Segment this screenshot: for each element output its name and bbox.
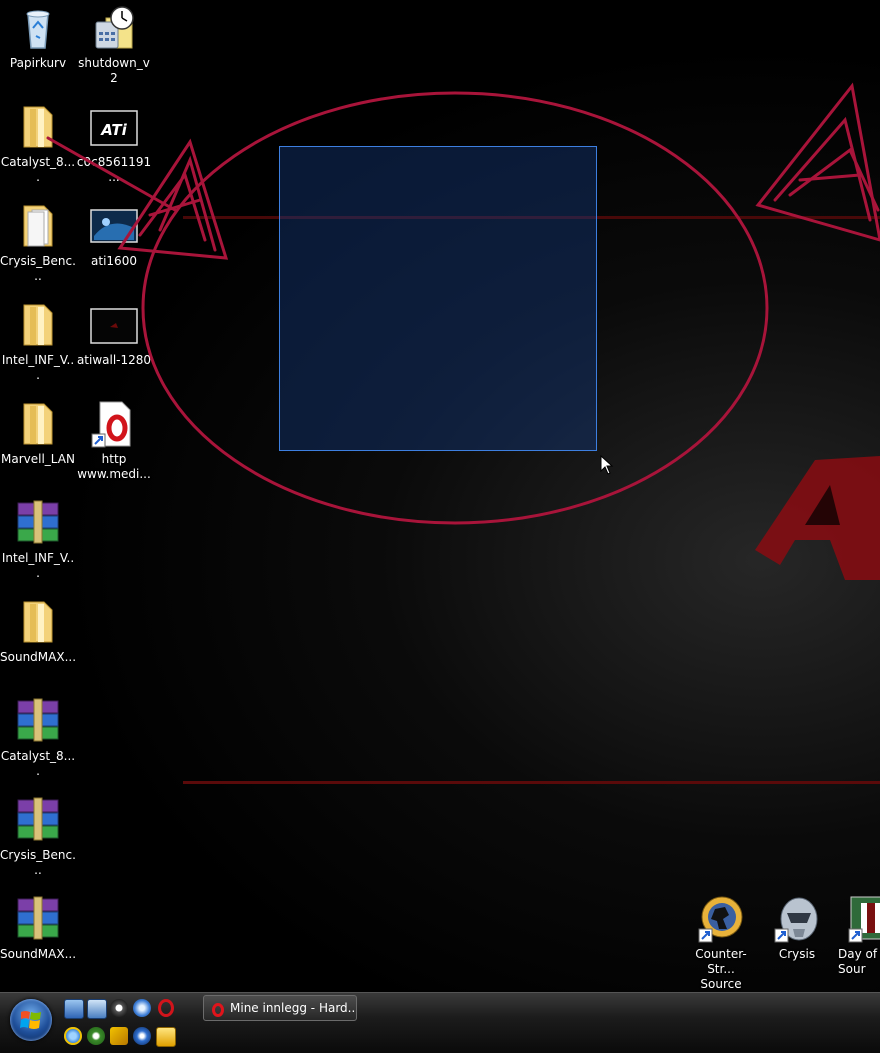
taskbar: Mine innlegg - Hard... bbox=[0, 992, 880, 1053]
day-of-defeat-icon bbox=[847, 895, 880, 943]
recycle-bin-icon bbox=[14, 4, 62, 52]
icon-label: Intel_INF_V... bbox=[1, 551, 75, 580]
folder-icon bbox=[14, 598, 62, 646]
internet-explorer-icon[interactable] bbox=[64, 1027, 82, 1045]
icon-label: SoundMAX... bbox=[0, 650, 77, 664]
desktop-icon-ati-image[interactable]: ATi c0c8561191... bbox=[76, 103, 152, 185]
windows-logo-icon bbox=[20, 1011, 41, 1029]
media-player-icon[interactable] bbox=[156, 1027, 176, 1047]
desktop-icon-folder[interactable]: Intel_INF_V... bbox=[0, 301, 76, 383]
clock-shortcut-icon bbox=[90, 4, 138, 52]
opera-shortcut-icon bbox=[90, 400, 138, 448]
crysis-icon bbox=[773, 895, 821, 943]
folder-icon bbox=[14, 301, 62, 349]
icon-label: Intel_INF_V... bbox=[1, 353, 75, 382]
desktop-icon-crysis[interactable]: Crysis bbox=[759, 895, 835, 962]
icon-label: SoundMAX... bbox=[0, 947, 77, 961]
image-thumbnail-icon bbox=[90, 202, 138, 250]
winrar-archive-icon bbox=[14, 697, 62, 745]
icon-label: Catalyst_8.... bbox=[0, 155, 76, 184]
icon-label: Crysis_Benc... bbox=[0, 848, 76, 877]
counter-strike-icon bbox=[697, 895, 745, 943]
image-thumbnail-icon bbox=[90, 301, 138, 349]
desktop-icon-folder[interactable]: Crysis_Benc... bbox=[0, 202, 76, 284]
folder-icon bbox=[14, 400, 62, 448]
winrar-archive-icon bbox=[14, 895, 62, 943]
icon-label: Papirkurv bbox=[9, 56, 67, 70]
folder-icon bbox=[14, 202, 62, 250]
winamp-icon[interactable] bbox=[110, 1027, 128, 1045]
ati-image-icon: ATi bbox=[90, 103, 138, 151]
opera-icon bbox=[211, 1001, 225, 1017]
icon-label: Marvell_LAN bbox=[1, 452, 75, 466]
taskbar-window-label: Mine innlegg - Hard... bbox=[230, 1001, 357, 1015]
icon-label: Catalyst_8.... bbox=[0, 749, 76, 778]
winrar-archive-icon bbox=[14, 499, 62, 547]
icon-label: Crysis_Benc... bbox=[0, 254, 76, 283]
icon-label: Counter-Str... Source bbox=[695, 947, 747, 991]
icon-label: Day of D Sour bbox=[838, 947, 878, 976]
desktop-icon-shutdown[interactable]: shutdown_v2 bbox=[76, 4, 152, 86]
desktop[interactable]: Papirkurv shutdown_v2 Catalyst_8.... ATi… bbox=[0, 0, 880, 992]
desktop-icon-folder[interactable]: Marvell_LAN bbox=[0, 400, 76, 467]
switch-windows-icon[interactable] bbox=[87, 999, 107, 1019]
icon-label: ati1600 bbox=[91, 254, 137, 268]
wallpaper-line-bottom bbox=[183, 781, 880, 784]
network-icon[interactable] bbox=[133, 999, 151, 1017]
selection-rectangle bbox=[279, 146, 597, 451]
desktop-icon-winrar[interactable]: SoundMAX... bbox=[0, 895, 76, 962]
folder-icon bbox=[14, 103, 62, 151]
desktop-icon-winrar[interactable]: Intel_INF_V... bbox=[0, 499, 76, 581]
show-desktop-icon[interactable] bbox=[64, 999, 84, 1019]
desktop-icon-day-of-defeat[interactable]: Day of D Sour bbox=[835, 895, 880, 977]
icon-label: c0c8561191... bbox=[76, 155, 152, 184]
icon-label: http www.medi... bbox=[77, 452, 151, 481]
desktop-icon-atiwall[interactable]: atiwall-1280 bbox=[76, 301, 152, 368]
desktop-icon-counter-strike[interactable]: Counter-Str... Source bbox=[683, 895, 759, 992]
desktop-icon-winrar[interactable]: Crysis_Benc... bbox=[0, 796, 76, 878]
steam-icon[interactable] bbox=[110, 999, 128, 1017]
desktop-icon-opera-shortcut[interactable]: http www.medi... bbox=[76, 400, 152, 482]
icon-label: atiwall-1280 bbox=[76, 353, 152, 367]
winrar-archive-icon bbox=[14, 796, 62, 844]
utorrent-icon[interactable] bbox=[87, 1027, 105, 1045]
desktop-icon-folder[interactable]: Catalyst_8.... bbox=[0, 103, 76, 185]
start-button[interactable] bbox=[10, 999, 52, 1041]
icon-label: Crysis bbox=[778, 947, 816, 961]
desktop-icon-folder[interactable]: SoundMAX... bbox=[0, 598, 76, 665]
icon-label: shutdown_v2 bbox=[78, 56, 150, 85]
svg-text:ATi: ATi bbox=[100, 121, 127, 139]
opera-icon[interactable] bbox=[158, 999, 174, 1017]
desktop-icon-winrar[interactable]: Catalyst_8.... bbox=[0, 697, 76, 779]
desktop-icon-recycle-bin[interactable]: Papirkurv bbox=[0, 4, 76, 71]
desktop-icon-ati1600[interactable]: ati1600 bbox=[76, 202, 152, 269]
taskbar-window-button[interactable]: Mine innlegg - Hard... bbox=[203, 995, 357, 1021]
mouse-cursor-icon bbox=[600, 455, 614, 475]
wallpaper-ati-logo bbox=[755, 455, 880, 580]
annotation-scribble-right bbox=[773, 116, 880, 222]
ati-icon[interactable] bbox=[133, 1027, 151, 1045]
